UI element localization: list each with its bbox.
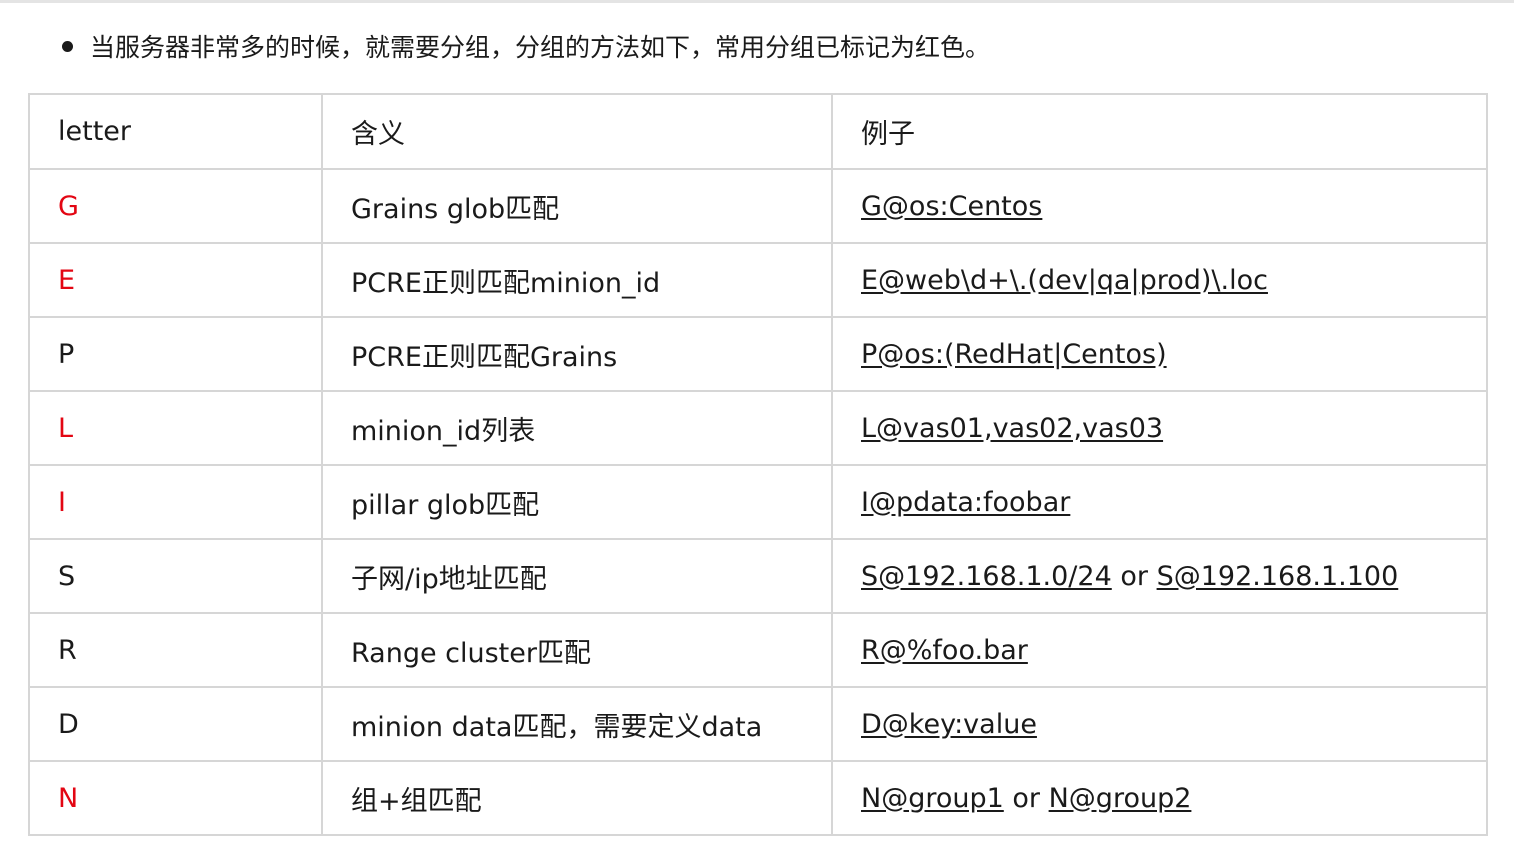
cell-example: I@pdata:foobar xyxy=(831,464,1488,540)
cell-letter: N xyxy=(28,760,323,836)
cell-example: D@key:value xyxy=(831,686,1488,762)
table-row: Lminion_id列表 L@vas01,vas02,vas03 xyxy=(28,390,1488,466)
example-link[interactable]: L@vas01,vas02,vas03 xyxy=(861,413,1163,444)
example-link[interactable]: I@pdata:foobar xyxy=(861,487,1070,518)
table-header-row: letter 含义 例子 xyxy=(28,93,1488,170)
intro-text: 当服务器非常多的时候，就需要分组，分组的方法如下，常用分组已标记为红色。 xyxy=(90,33,991,62)
example-link[interactable]: N@group1 xyxy=(861,783,1004,814)
cell-meaning: minion data匹配，需要定义data xyxy=(321,686,833,762)
example-link[interactable]: S@192.168.1.0/24 xyxy=(861,561,1112,592)
table-row: G Grains glob匹配 G@os:Centos xyxy=(28,168,1488,244)
table-row: S 子网/ip地址匹配 S@192.168.1.0/24 or S@192.168.… xyxy=(28,538,1488,614)
top-divider xyxy=(0,0,1514,3)
cell-meaning: 子网/ip地址匹配 xyxy=(321,538,833,614)
table-row: Dminion data匹配，需要定义data D@key:value xyxy=(28,686,1488,762)
table-row: E PCRE正则匹配minion_id E@web\d+\.(dev|qa|prod… xyxy=(28,242,1488,318)
cell-meaning: 组+组匹配 xyxy=(321,760,833,836)
header-example: 例子 xyxy=(831,93,1488,170)
table-row: N 组+组匹配 N@group1 or N@group2 xyxy=(28,760,1488,836)
example-link[interactable]: G@os:Centos xyxy=(861,191,1042,222)
cell-example: R@%foo.bar xyxy=(831,612,1488,688)
cell-letter: S xyxy=(28,538,323,614)
cell-letter: R xyxy=(28,612,323,688)
cell-meaning: minion_id列表 xyxy=(321,390,833,466)
header-letter: letter xyxy=(28,93,323,170)
example-separator: or xyxy=(1012,782,1041,814)
cell-letter: E xyxy=(28,242,323,318)
example-link[interactable]: S@192.168.1.100 xyxy=(1157,561,1399,592)
table-row: Ipillar glob匹配 I@pdata:foobar xyxy=(28,464,1488,540)
table-body: G Grains glob匹配 G@os:Centos E PCRE正则匹配minion… xyxy=(28,168,1488,836)
cell-example: G@os:Centos xyxy=(831,168,1488,244)
example-link[interactable]: R@%foo.bar xyxy=(861,635,1028,666)
table-row: R Range cluster匹配 R@%foo.bar xyxy=(28,612,1488,688)
cell-meaning: PCRE正则匹配Grains xyxy=(321,316,833,392)
cell-example: S@192.168.1.0/24 or S@192.168.1.100 xyxy=(831,538,1488,614)
cell-example: E@web\d+\.(dev|qa|prod)\.loc xyxy=(831,242,1488,318)
cell-letter: G xyxy=(28,168,323,244)
cell-example: N@group1 or N@group2 xyxy=(831,760,1488,836)
cell-meaning: PCRE正则匹配minion_id xyxy=(321,242,833,318)
example-link[interactable]: E@web\d+\.(dev|qa|prod)\.loc xyxy=(861,265,1268,296)
intro-bullet: 当服务器非常多的时候，就需要分组，分组的方法如下，常用分组已标记为红色。 xyxy=(62,28,990,64)
cell-letter: L xyxy=(28,390,323,466)
example-link[interactable]: P@os:(RedHat|Centos) xyxy=(861,339,1167,370)
cell-meaning: Range cluster匹配 xyxy=(321,612,833,688)
cell-letter: D xyxy=(28,686,323,762)
table-row: P PCRE正则匹配Grains P@os:(RedHat|Centos) xyxy=(28,316,1488,392)
cell-letter: I xyxy=(28,464,323,540)
cell-letter: P xyxy=(28,316,323,392)
cell-meaning: pillar glob匹配 xyxy=(321,464,833,540)
example-separator: or xyxy=(1120,560,1148,592)
example-link[interactable]: N@group2 xyxy=(1049,783,1192,814)
bullet-icon xyxy=(62,40,73,52)
cell-meaning: Grains glob匹配 xyxy=(321,168,833,244)
cell-example: L@vas01,vas02,vas03 xyxy=(831,390,1488,466)
example-link[interactable]: D@key:value xyxy=(861,709,1037,740)
target-matching-table: letter 含义 例子 G Grains glob匹配 G@os:Centos E P… xyxy=(28,93,1488,836)
header-meaning: 含义 xyxy=(321,93,833,170)
cell-example: P@os:(RedHat|Centos) xyxy=(831,316,1488,392)
